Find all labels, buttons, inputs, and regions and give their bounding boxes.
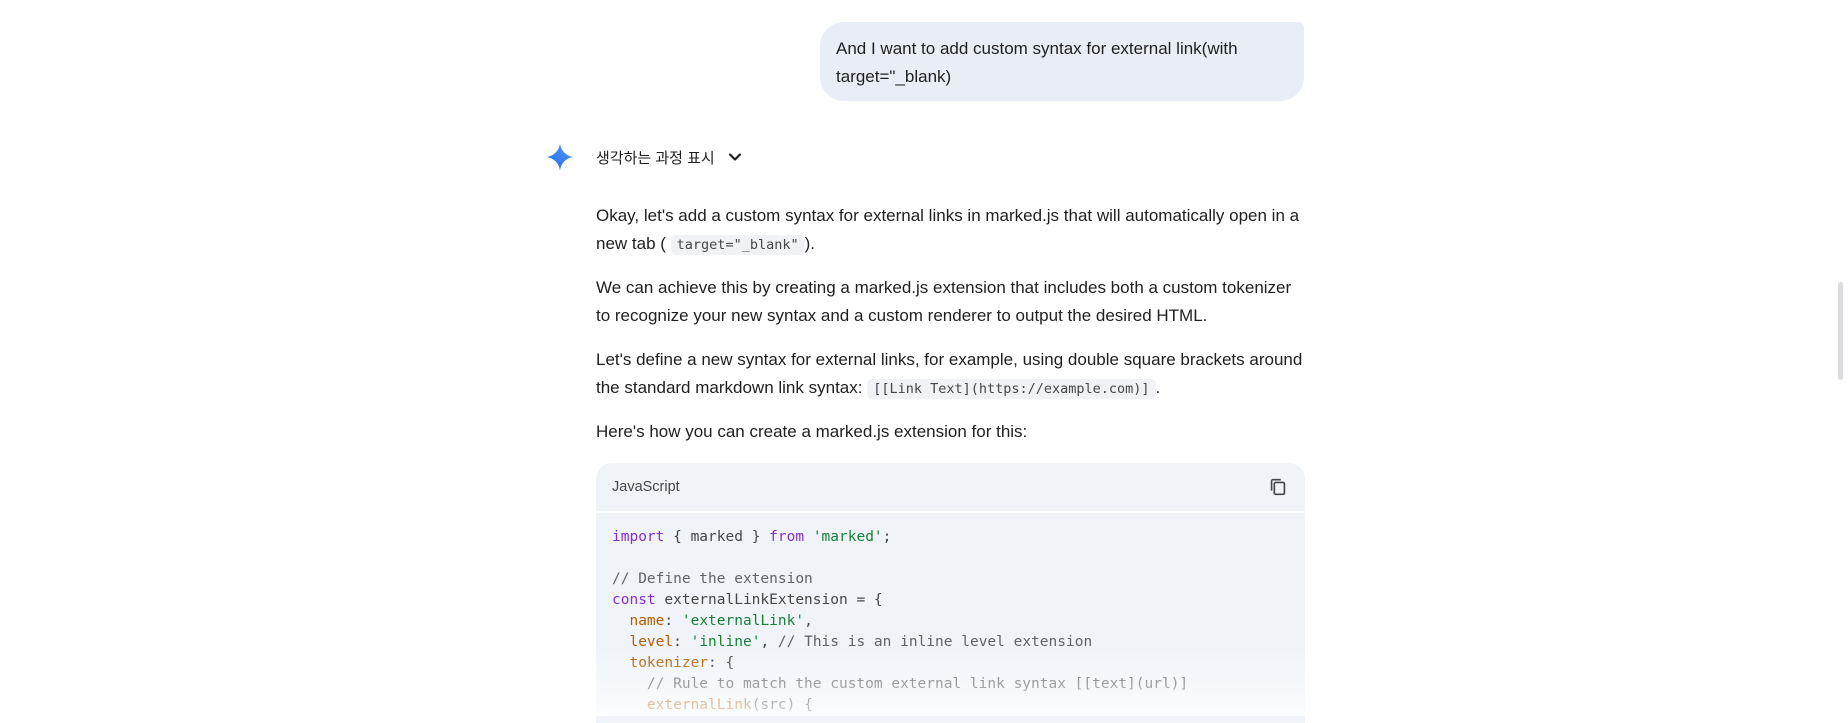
user-message-line2: target="_blank) (836, 67, 952, 86)
code-content: import { marked } from 'marked'; // Defi… (612, 527, 1289, 716)
code-token: (src) { (751, 697, 813, 713)
code-comment: // Rule to match the custom external lin… (612, 676, 1189, 692)
code-token: const (612, 592, 656, 608)
user-message-line1: And I want to add custom syntax for exte… (836, 39, 1238, 58)
inline-code-syntax-example: [[Link Text](https://example.com)] (867, 379, 1156, 399)
code-comment: // This is an inline level extension (777, 634, 1093, 650)
code-comment: // Define the extension (612, 571, 813, 587)
copy-icon[interactable] (1267, 476, 1289, 498)
page-scrollbar-thumb[interactable] (1838, 282, 1843, 380)
code-token: level (629, 634, 674, 650)
p1-end: ). (804, 234, 815, 253)
code-token: import (612, 529, 665, 545)
code-block-header: JavaScript (596, 463, 1305, 511)
response-paragraph-3: Let's define a new syntax for external l… (596, 346, 1308, 403)
inline-code-target-blank: target="_blank" (670, 235, 805, 255)
code-token: ; (882, 529, 892, 545)
code-token: tokenizer (629, 655, 709, 671)
response-paragraph-2: We can achieve this by creating a marked… (596, 278, 1292, 325)
gemini-sparkle-icon (546, 143, 574, 171)
code-token: 'externalLink' (681, 613, 805, 629)
code-token: : (673, 634, 691, 650)
code-token: { marked } (664, 529, 770, 545)
code-token: externalLinkExtension = { (655, 592, 883, 608)
code-token: , (804, 613, 813, 629)
user-message-bubble: And I want to add custom syntax for exte… (820, 22, 1304, 101)
code-token: 'marked' (812, 529, 883, 545)
code-block-body: import { marked } from 'marked'; // Defi… (596, 513, 1305, 723)
code-token: from (769, 529, 805, 545)
code-token: : (664, 613, 682, 629)
response-paragraph-4: Here's how you can create a marked.js ex… (596, 422, 1028, 441)
code-token: , (760, 634, 778, 650)
p3-end: . (1155, 378, 1161, 397)
code-token: externalLink (646, 697, 752, 713)
code-token: : { (708, 655, 735, 671)
response-paragraph-1: Okay, let's add a custom syntax for exte… (596, 202, 1308, 259)
code-language-label: JavaScript (612, 479, 680, 495)
show-thinking-toggle[interactable]: 생각하는 과정 표시 (596, 146, 745, 168)
code-token: name (629, 613, 665, 629)
show-thinking-label: 생각하는 과정 표시 (596, 149, 715, 167)
chevron-down-icon (728, 153, 741, 161)
code-token: 'inline' (690, 634, 761, 650)
